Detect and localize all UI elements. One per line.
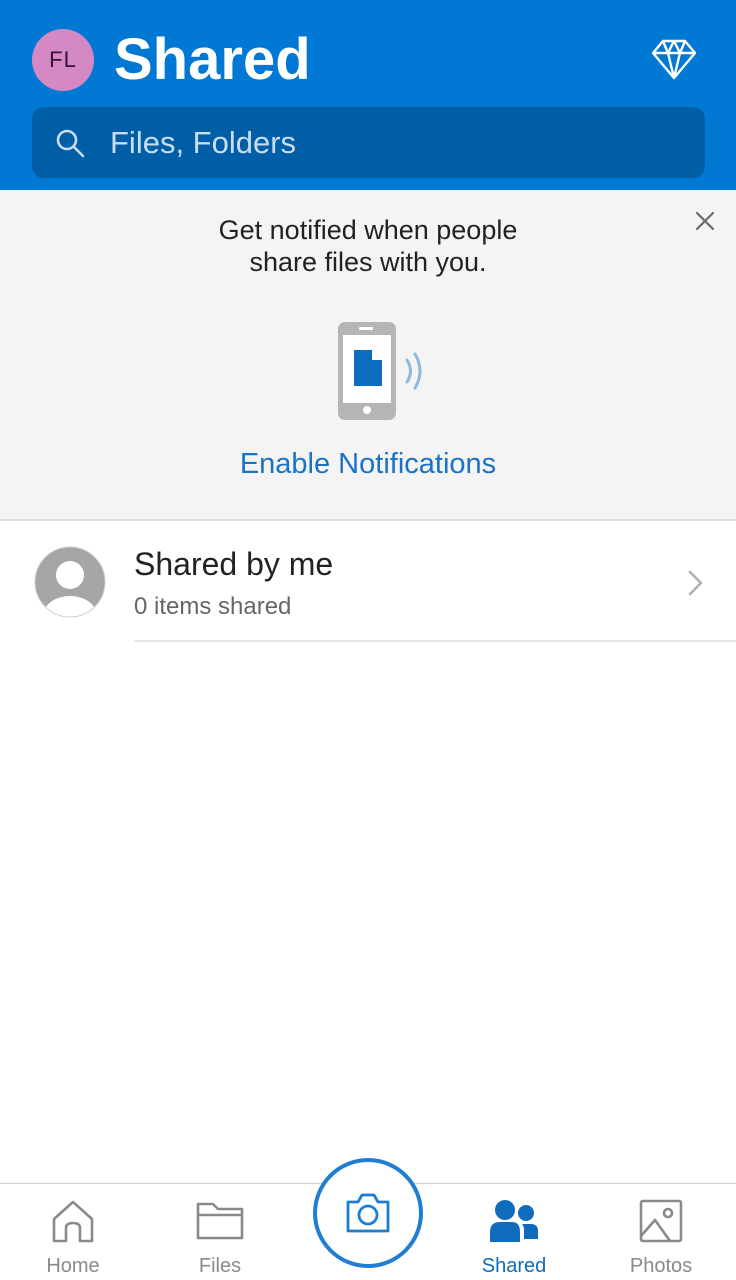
chevron-right-icon <box>688 570 703 596</box>
banner-message-line1: Get notified when people <box>218 215 518 245</box>
search-bar[interactable]: Files, Folders <box>32 107 705 178</box>
notification-banner: Get notified when people share files wit… <box>0 190 736 521</box>
person-icon <box>34 546 106 618</box>
avatar-initials: FL <box>49 47 77 72</box>
search-input[interactable]: Files, Folders <box>110 124 296 162</box>
banner-message: Get notified when people share files wit… <box>0 214 736 278</box>
tab-files-label: Files <box>198 1255 242 1277</box>
enable-notifications-link[interactable]: Enable Notifications <box>0 446 736 482</box>
page-title: Shared <box>114 27 311 92</box>
account-avatar[interactable]: FL <box>32 29 94 91</box>
row-divider <box>134 640 736 642</box>
camera-button[interactable] <box>313 1158 423 1268</box>
search-icon <box>56 129 85 158</box>
list-item-title: Shared by me <box>134 546 334 582</box>
header: FL Shared Files, Folders <box>0 0 736 190</box>
tab-home[interactable]: Home <box>18 1184 128 1280</box>
app-root: FL Shared Files, Folders Get notified wh… <box>0 0 736 1280</box>
banner-message-line2: share files with you. <box>249 247 487 277</box>
tab-shared-label: Shared <box>481 1255 547 1277</box>
image-icon <box>639 1199 683 1243</box>
home-icon <box>52 1200 94 1243</box>
shared-by-me-row[interactable]: Shared by me 0 items shared <box>0 522 736 642</box>
tab-photos[interactable]: Photos <box>606 1184 716 1280</box>
phone-notification-icon <box>338 322 422 420</box>
premium-button[interactable] <box>650 36 698 82</box>
folder-icon <box>196 1202 244 1240</box>
diamond-icon <box>651 39 697 80</box>
people-icon <box>490 1200 538 1242</box>
list-item-subtitle: 0 items shared <box>134 593 292 620</box>
camera-icon <box>346 1193 390 1233</box>
tab-files[interactable]: Files <box>165 1184 275 1280</box>
tab-shared[interactable]: Shared <box>459 1184 569 1280</box>
tab-home-label: Home <box>46 1255 100 1277</box>
tab-photos-label: Photos <box>629 1255 693 1277</box>
